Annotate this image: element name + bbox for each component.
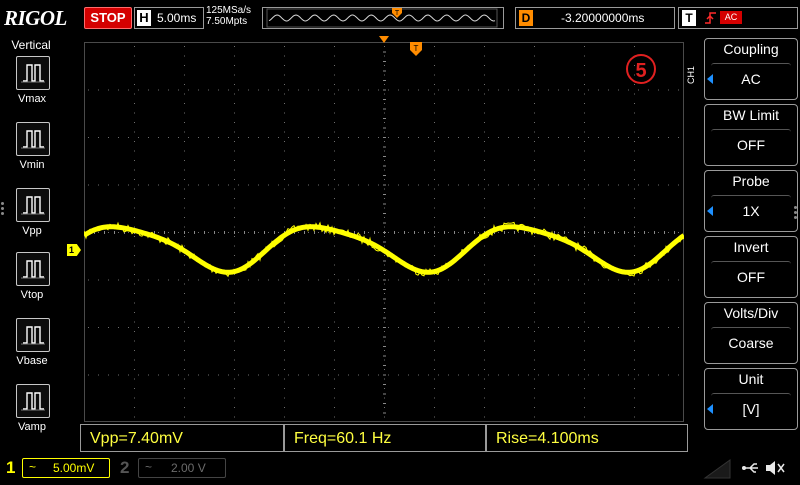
measurement-rise-text: Rise=4.100ms bbox=[496, 430, 599, 447]
ch2-number[interactable]: 2 bbox=[120, 458, 129, 478]
ch1-ac-coupling-icon: ~ bbox=[29, 460, 37, 474]
vpp-icon bbox=[16, 188, 50, 222]
measure-item-label: Vamp bbox=[18, 421, 46, 433]
timebase-value: 5.00ms bbox=[157, 11, 197, 25]
ch1-number[interactable]: 1 bbox=[6, 458, 15, 478]
measure-item-label: Vbase bbox=[16, 355, 48, 367]
rising-edge-icon bbox=[704, 10, 718, 29]
ch1-offset-marker[interactable]: 1 bbox=[67, 244, 81, 256]
delay-key: D bbox=[519, 10, 533, 26]
softkey-coupling[interactable]: Coupling AC bbox=[704, 38, 798, 100]
softkey-left-arrow-icon bbox=[707, 404, 713, 414]
softkey-bw-limit[interactable]: BW Limit OFF bbox=[704, 104, 798, 166]
vtop-icon bbox=[16, 252, 50, 286]
channel-softkey-menu: Coupling AC BW Limit OFF Probe 1X Invert OFF Vol… bbox=[704, 38, 800, 438]
trigger-box[interactable]: T AC bbox=[678, 7, 798, 29]
softkey-title: BW Limit bbox=[723, 107, 779, 123]
rigol-logo: RIGOL bbox=[4, 6, 67, 30]
softkey-unit[interactable]: Unit [V] bbox=[704, 368, 798, 430]
left-panel-title: Vertical bbox=[11, 38, 51, 52]
softkey-left-arrow-icon bbox=[707, 74, 713, 84]
measurement-vpp[interactable]: Vpp=7.40mV bbox=[80, 424, 284, 452]
softkey-invert[interactable]: Invert OFF bbox=[704, 236, 798, 298]
notification-triangle-icon bbox=[703, 459, 731, 479]
measure-item-vamp[interactable]: Vamp bbox=[12, 384, 54, 433]
left-scroll-dots bbox=[1, 200, 7, 217]
measure-item-label: Vtop bbox=[20, 289, 44, 301]
softkey-value: Coarse bbox=[711, 327, 791, 358]
softkey-title: Volts/Div bbox=[723, 305, 779, 321]
softkey-probe[interactable]: Probe 1X bbox=[704, 170, 798, 232]
ch1-scale: 5.00mV bbox=[53, 461, 95, 475]
memory-trigger-marker: T bbox=[392, 5, 402, 23]
measurement-freq[interactable]: Freq=60.1 Hz bbox=[284, 424, 486, 452]
measurement-freq-text: Freq=60.1 Hz bbox=[294, 430, 392, 447]
trigger-key: T bbox=[682, 10, 696, 26]
delay-value: -3.20000000ms bbox=[561, 11, 645, 25]
ch1-menu-tab[interactable]: CH1 bbox=[686, 66, 702, 84]
trigger-source: AC bbox=[720, 11, 742, 24]
vamp-icon bbox=[16, 384, 50, 418]
memory-depth: 7.50Mpts bbox=[206, 16, 248, 27]
softkey-title: Coupling bbox=[723, 41, 779, 57]
trigger-position-arrow[interactable] bbox=[379, 36, 389, 44]
ch1-trace-noise bbox=[84, 221, 684, 278]
run-stop-badge[interactable]: STOP bbox=[84, 7, 132, 29]
right-scroll-dots bbox=[794, 204, 800, 221]
bottom-right-icons bbox=[700, 456, 800, 480]
softkey-title: Probe bbox=[732, 173, 770, 189]
softkey-value: AC bbox=[711, 63, 791, 94]
measure-item-label: Vpp bbox=[22, 225, 42, 237]
memory-waveform-preview bbox=[266, 8, 498, 28]
svg-text:T: T bbox=[395, 10, 400, 17]
horizontal-timebase-box[interactable]: H 5.00ms bbox=[134, 7, 204, 29]
measurement-rise[interactable]: Rise=4.100ms bbox=[486, 424, 688, 452]
ch2-ac-coupling-icon: ~ bbox=[145, 460, 153, 474]
delay-box[interactable]: D -3.20000000ms bbox=[515, 7, 675, 29]
softkey-value: OFF bbox=[711, 261, 791, 292]
speaker-mute-icon bbox=[766, 461, 785, 475]
softkey-value: [V] bbox=[711, 393, 791, 424]
vbase-icon bbox=[16, 318, 50, 352]
measure-item-vmin[interactable]: Vmin bbox=[12, 122, 54, 171]
ch2-scale: 2.00 V bbox=[171, 461, 206, 475]
softkey-value: 1X bbox=[711, 195, 791, 226]
sample-rate: 125MSa/s bbox=[206, 5, 252, 16]
measurement-vpp-text: Vpp=7.40mV bbox=[90, 430, 183, 447]
measure-item-label: Vmax bbox=[17, 93, 47, 105]
measure-item-label: Vmin bbox=[19, 159, 45, 171]
measure-item-vpp[interactable]: Vpp bbox=[12, 188, 54, 237]
softkey-volts-div[interactable]: Volts/Div Coarse bbox=[704, 302, 798, 364]
svg-text:T: T bbox=[414, 44, 419, 53]
softkey-title: Unit bbox=[738, 371, 764, 387]
measure-item-vmax[interactable]: Vmax bbox=[12, 56, 54, 105]
measure-item-vbase[interactable]: Vbase bbox=[12, 318, 54, 367]
sampling-info: 125MSa/s 7.50Mpts bbox=[206, 5, 251, 27]
horizontal-key: H bbox=[137, 10, 151, 26]
annotation-step-number: 5 bbox=[626, 54, 656, 84]
waveform-display[interactable] bbox=[84, 42, 684, 422]
usb-icon bbox=[742, 463, 758, 473]
memory-overview-bar[interactable]: T bbox=[262, 7, 504, 29]
top-status-bar: RIGOL STOP H 5.00ms 125MSa/s 7.50Mpts T … bbox=[0, 0, 800, 36]
vmin-icon bbox=[16, 122, 50, 156]
trigger-level-marker[interactable]: T bbox=[410, 42, 422, 56]
measure-item-vtop[interactable]: Vtop bbox=[12, 252, 54, 301]
vmax-icon bbox=[16, 56, 50, 90]
ch1-status-box[interactable]: ~ 5.00mV bbox=[22, 458, 110, 478]
ch2-status-box[interactable]: ~ 2.00 V bbox=[138, 458, 226, 478]
softkey-value: OFF bbox=[711, 129, 791, 160]
softkey-left-arrow-icon bbox=[707, 206, 713, 216]
softkey-title: Invert bbox=[733, 239, 769, 255]
